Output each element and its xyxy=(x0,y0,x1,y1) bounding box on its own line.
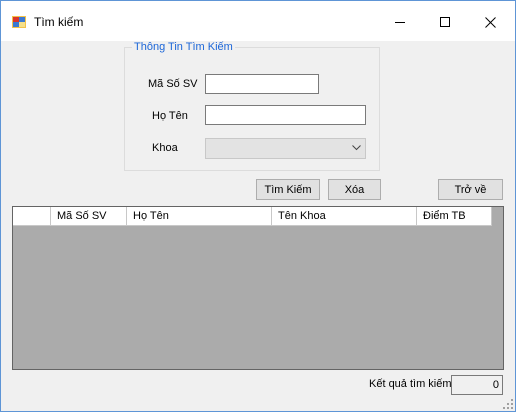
minimize-icon xyxy=(395,22,405,23)
search-button[interactable]: Tìm Kiếm xyxy=(256,179,320,200)
faculty-label: Khoa xyxy=(152,142,178,154)
close-icon xyxy=(484,16,496,28)
result-count-label: Kết quả tìm kiếm xyxy=(369,378,452,390)
grid-header: Mã Số SV Họ Tên Tên Khoa Điểm TB xyxy=(13,207,492,226)
search-info-legend: Thông Tin Tìm Kiếm xyxy=(132,41,235,53)
faculty-select[interactable] xyxy=(205,138,366,159)
back-button[interactable]: Trở về xyxy=(438,179,503,200)
minimize-button[interactable] xyxy=(377,8,423,36)
results-grid[interactable]: Mã Số SV Họ Tên Tên Khoa Điểm TB xyxy=(12,206,504,370)
close-button[interactable] xyxy=(467,8,513,36)
row-header-cell[interactable] xyxy=(13,207,51,225)
column-header-gpa[interactable]: Điểm TB xyxy=(417,207,492,225)
clear-button[interactable]: Xóa xyxy=(328,179,381,200)
app-icon[interactable] xyxy=(12,16,26,28)
chevron-down-icon xyxy=(352,145,361,151)
result-count-field: 0 xyxy=(451,375,503,395)
resize-grip-icon[interactable] xyxy=(503,399,513,409)
column-header-name[interactable]: Họ Tên xyxy=(127,207,272,225)
name-input[interactable] xyxy=(205,105,366,125)
student-id-label: Mã Số SV xyxy=(148,78,198,90)
window-title: Tìm kiếm xyxy=(34,15,84,29)
maximize-icon xyxy=(440,17,450,27)
maximize-button[interactable] xyxy=(422,8,468,36)
column-header-faculty[interactable]: Tên Khoa xyxy=(272,207,417,225)
column-header-student-id[interactable]: Mã Số SV xyxy=(51,207,127,225)
title-bar[interactable]: Tìm kiếm xyxy=(1,1,515,41)
search-window: Tìm kiếm Thông Tin Tìm Kiếm Mã Số SV Họ … xyxy=(0,0,516,412)
name-label: Họ Tên xyxy=(152,110,188,122)
student-id-input[interactable] xyxy=(205,74,319,94)
